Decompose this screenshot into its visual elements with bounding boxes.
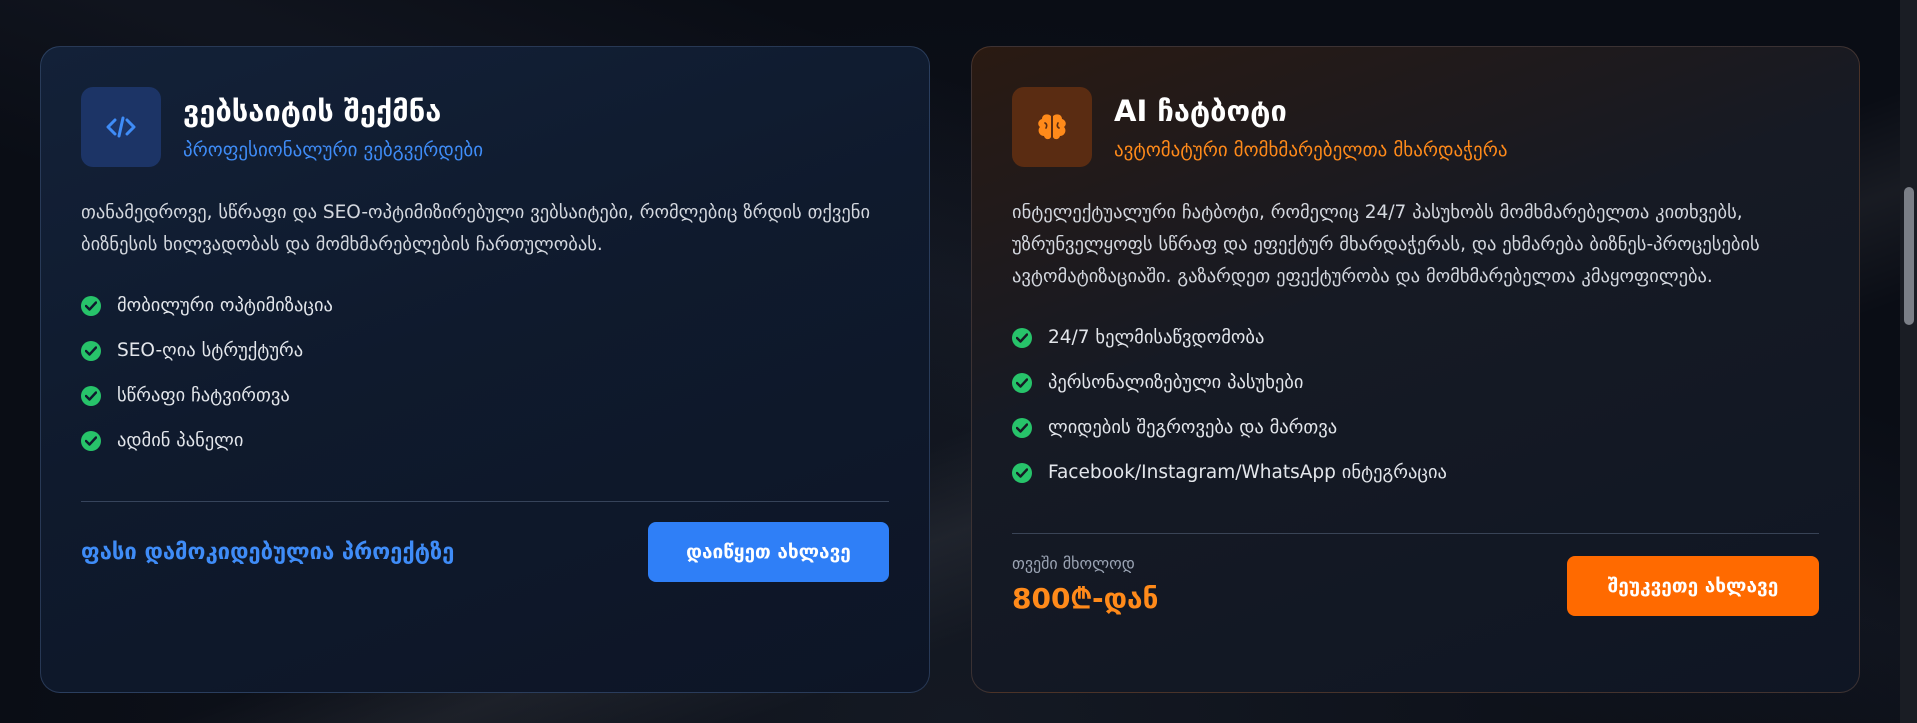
check-circle-icon — [81, 385, 101, 406]
feature-label: 24/7 ხელმისაწვდომობა — [1048, 327, 1265, 348]
feature-label: მობილური ოპტიმიზაცია — [117, 295, 333, 316]
check-circle-icon — [81, 340, 101, 361]
brain-icon — [1012, 87, 1092, 167]
divider — [1012, 533, 1819, 534]
feature-item: ლიდების შეგროვება და მართვა — [1012, 405, 1819, 450]
price-text: ფასი დამოკიდებულია პროექტზე — [81, 539, 455, 565]
card-footer: ფასი დამოკიდებულია პროექტზე დაიწყეთ ახლა… — [81, 522, 889, 582]
feature-list: 24/7 ხელმისაწვდომობა პერსონალიზებული პას… — [1012, 315, 1819, 495]
card-footer: თვეში მხოლოდ 800₾-დან შეუკვეთე ახლავე — [1012, 554, 1819, 617]
start-now-button[interactable]: დაიწყეთ ახლავე — [648, 522, 889, 582]
feature-label: ლიდების შეგროვება და მართვა — [1048, 417, 1338, 438]
scrollbar[interactable] — [1900, 0, 1917, 723]
card-subtitle: პროფესიონალური ვებგვერდები — [183, 139, 484, 161]
check-circle-icon — [81, 430, 101, 451]
price-label: თვეში მხოლოდ — [1012, 554, 1135, 573]
card-header: ვებსაიტის შექმნა პროფესიონალური ვებგვერდ… — [81, 87, 889, 167]
check-circle-icon — [1012, 327, 1032, 348]
check-circle-icon — [1012, 417, 1032, 438]
price-value: 800₾-დან — [1012, 582, 1159, 615]
check-circle-icon — [81, 295, 101, 316]
check-circle-icon — [1012, 462, 1032, 483]
card-description: ინტელექტუალური ჩატბოტი, რომელიც 24/7 პას… — [1012, 202, 1760, 287]
feature-item: SEO-ღია სტრუქტურა — [81, 328, 889, 373]
scrollbar-thumb[interactable] — [1904, 187, 1914, 325]
feature-item: 24/7 ხელმისაწვდომობა — [1012, 315, 1819, 360]
service-card-ai-chatbot: AI ჩატბოტი ავტომატური მომხმარებელთა მხარ… — [971, 46, 1860, 693]
card-title: AI ჩატბოტი — [1114, 94, 1287, 128]
feature-item: ადმინ პანელი — [81, 418, 889, 463]
divider — [81, 501, 889, 502]
card-description: თანამედროვე, სწრაფი და SEO-ოპტიმიზირებულ… — [81, 202, 871, 255]
check-circle-icon — [1012, 372, 1032, 393]
price-block: თვეში მხოლოდ 800₾-დან — [1012, 554, 1158, 617]
card-subtitle: ავტომატური მომხმარებელთა მხარდაჭერა — [1114, 139, 1508, 161]
feature-item: Facebook/Instagram/WhatsApp ინტეგრაცია — [1012, 450, 1819, 495]
feature-item: მობილური ოპტიმიზაცია — [81, 283, 889, 328]
card-header: AI ჩატბოტი ავტომატური მომხმარებელთა მხარ… — [1012, 87, 1819, 167]
code-icon — [81, 87, 161, 167]
feature-label: Facebook/Instagram/WhatsApp ინტეგრაცია — [1048, 462, 1447, 483]
service-card-website: ვებსაიტის შექმნა პროფესიონალური ვებგვერდ… — [40, 46, 930, 693]
feature-label: სწრაფი ჩატვირთვა — [117, 385, 290, 406]
feature-label: SEO-ღია სტრუქტურა — [117, 340, 304, 361]
order-now-button[interactable]: შეუკვეთე ახლავე — [1567, 555, 1819, 616]
feature-label: პერსონალიზებული პასუხები — [1048, 372, 1304, 393]
feature-label: ადმინ პანელი — [117, 430, 244, 451]
feature-item: სწრაფი ჩატვირთვა — [81, 373, 889, 418]
card-title: ვებსაიტის შექმნა — [183, 94, 442, 128]
feature-list: მობილური ოპტიმიზაცია SEO-ღია სტრუქტურა ს… — [81, 283, 889, 463]
feature-item: პერსონალიზებული პასუხები — [1012, 360, 1819, 405]
